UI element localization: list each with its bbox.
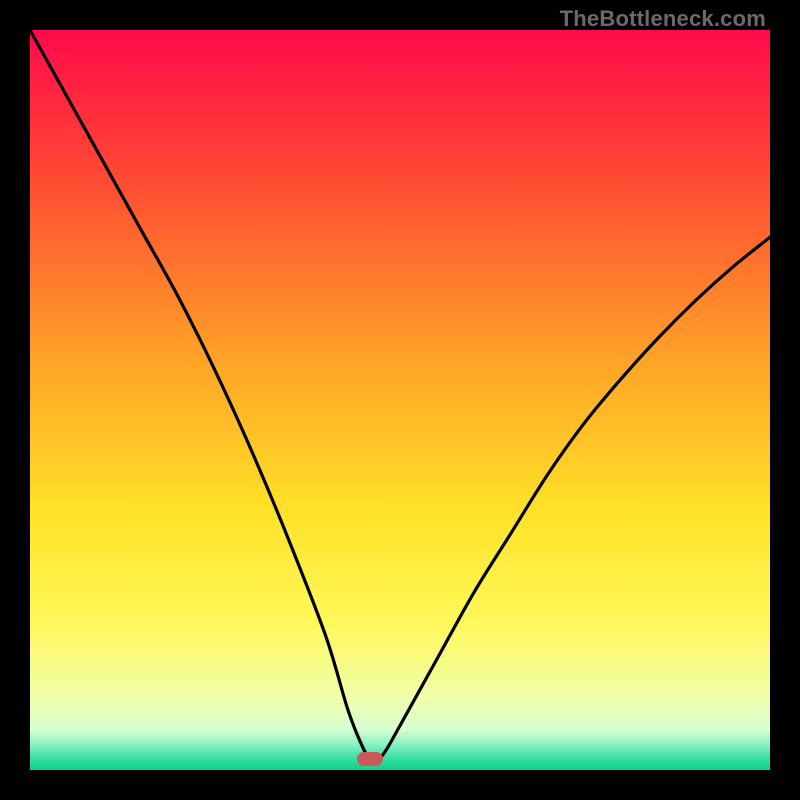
optimal-point-marker — [357, 752, 383, 766]
plot-area — [30, 30, 770, 770]
chart-frame: TheBottleneck.com — [0, 0, 800, 800]
bottleneck-curve — [30, 30, 770, 770]
watermark-text: TheBottleneck.com — [560, 6, 766, 32]
